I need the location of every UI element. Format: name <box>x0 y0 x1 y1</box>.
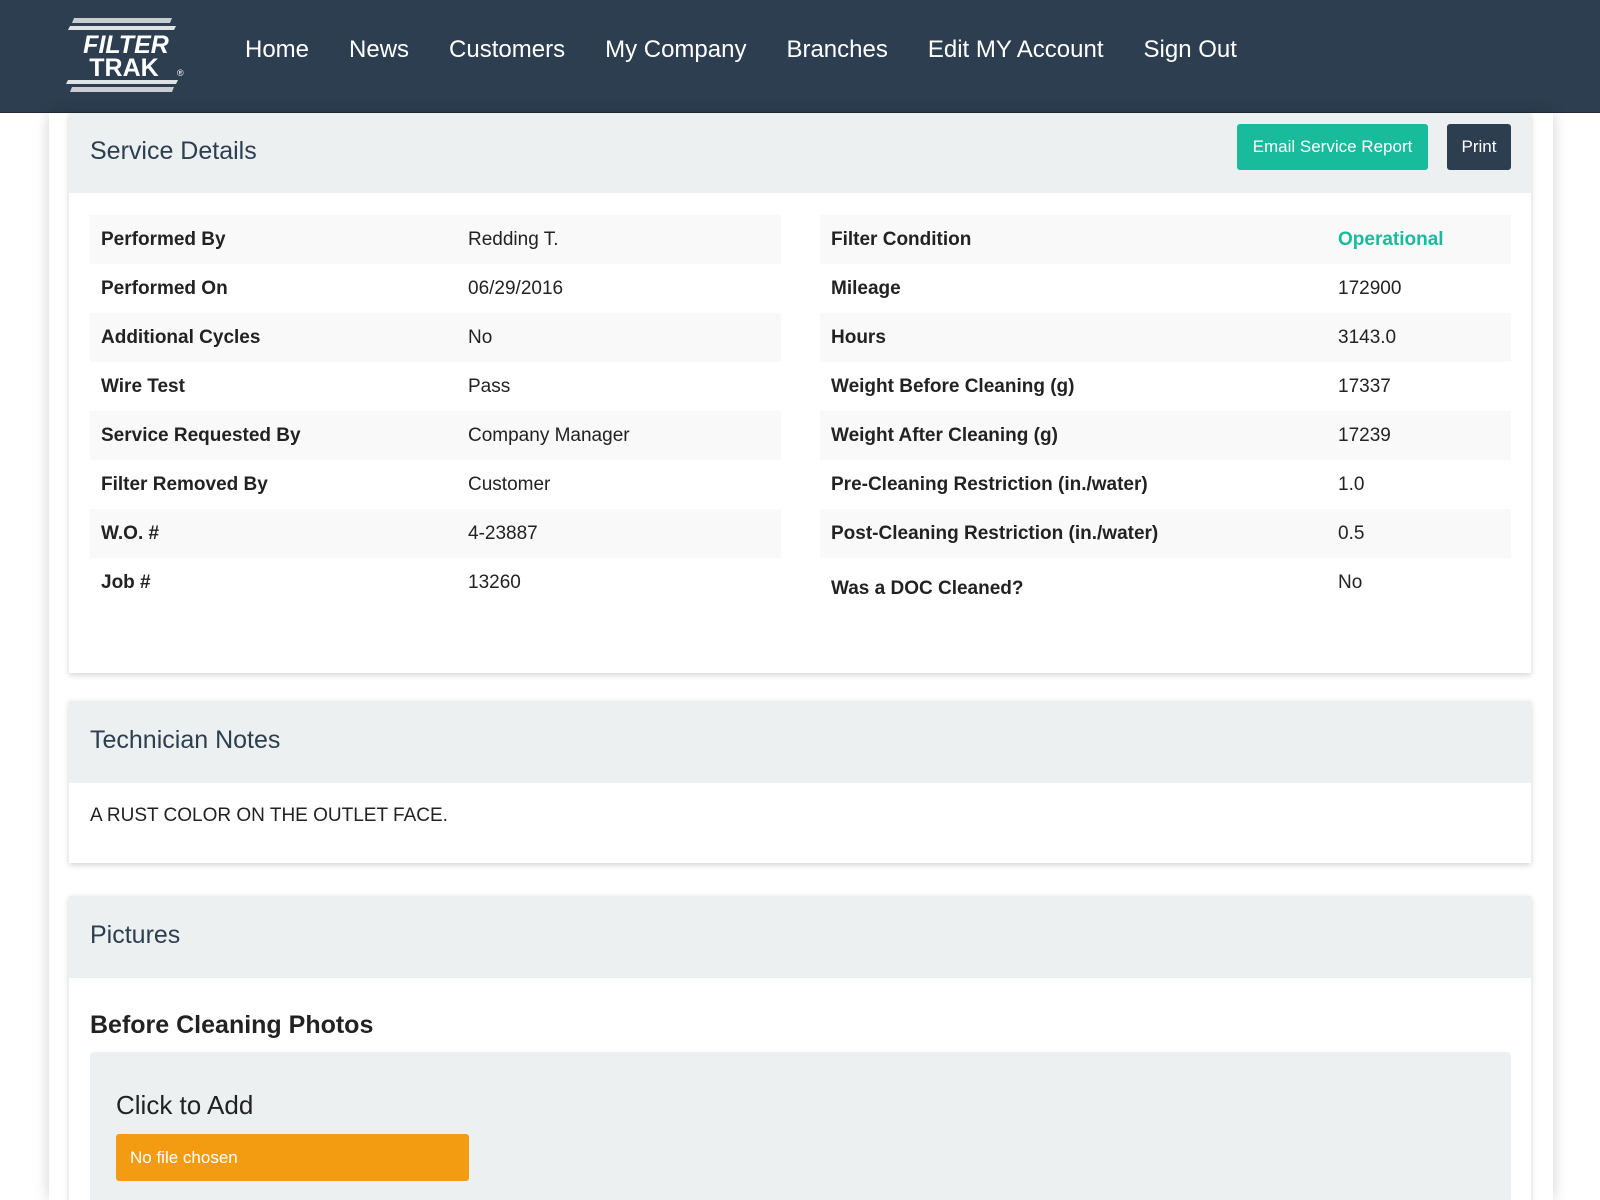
filter-trak-logo[interactable]: FILTER TRAK ® <box>52 14 200 98</box>
row-label: Pre-Cleaning Restriction (in./water) <box>831 474 1148 495</box>
table-row: Job # 13260 <box>90 558 781 607</box>
table-row: Performed On 06/29/2016 <box>90 264 781 313</box>
service-details-panel: Service Details Email Service Report Pri… <box>69 113 1531 673</box>
nav-home[interactable]: Home <box>245 36 309 64</box>
row-label: Performed On <box>101 278 228 299</box>
click-to-add-label: Click to Add <box>116 1090 254 1120</box>
table-row: Service Requested By Company Manager <box>90 411 781 460</box>
row-value: 172900 <box>1338 278 1402 299</box>
row-label: Filter Condition <box>831 229 972 250</box>
row-label: Mileage <box>831 278 901 299</box>
row-value: 17239 <box>1338 425 1391 446</box>
table-row: Additional Cycles No <box>90 313 781 362</box>
row-value: 4-23887 <box>468 523 538 544</box>
technician-notes-text: A RUST COLOR ON THE OUTLET FACE. <box>90 805 448 826</box>
pictures-panel: Pictures Before Cleaning Photos Click to… <box>69 896 1531 1200</box>
table-row: Performed By Redding T. <box>90 215 781 264</box>
nav-sign-out[interactable]: Sign Out <box>1144 36 1237 64</box>
table-row: Hours 3143.0 <box>820 313 1511 362</box>
service-details-title: Service Details <box>90 137 257 165</box>
table-row: Was a DOC Cleaned? No <box>820 558 1511 620</box>
row-label: Post-Cleaning Restriction (in./water) <box>831 523 1159 544</box>
email-service-report-button[interactable]: Email Service Report <box>1237 124 1428 170</box>
pictures-heading: Pictures <box>69 896 1531 978</box>
row-label: Job # <box>101 572 151 593</box>
file-chooser-button[interactable]: No file chosen <box>116 1134 469 1181</box>
top-navbar: FILTER TRAK ® Home News Customers My Com… <box>0 0 1600 113</box>
row-value: 0.5 <box>1338 523 1365 544</box>
row-label: Wire Test <box>101 376 185 397</box>
row-value: 06/29/2016 <box>468 278 564 299</box>
main-container: Service Details Email Service Report Pri… <box>49 113 1553 1200</box>
row-label: Weight Before Cleaning (g) <box>831 376 1075 397</box>
row-value: 3143.0 <box>1338 327 1397 348</box>
table-row: Filter Condition Operational <box>820 215 1511 264</box>
logo-text-line2: TRAK <box>89 54 158 82</box>
table-row: Weight Before Cleaning (g) 17337 <box>820 362 1511 411</box>
nav-news[interactable]: News <box>349 36 409 64</box>
table-row: Weight After Cleaning (g) 17239 <box>820 411 1511 460</box>
nav-edit-my-account[interactable]: Edit MY Account <box>928 36 1104 64</box>
row-value: No <box>1338 572 1363 593</box>
row-label: Service Requested By <box>101 425 301 446</box>
row-value: No <box>468 327 493 348</box>
pictures-title: Pictures <box>90 921 181 949</box>
row-label: Performed By <box>101 229 226 250</box>
row-value: 13260 <box>468 572 521 593</box>
table-row: Post-Cleaning Restriction (in./water) 0.… <box>820 509 1511 558</box>
row-label: W.O. # <box>101 523 160 544</box>
print-button[interactable]: Print <box>1447 124 1511 170</box>
table-row: Filter Removed By Customer <box>90 460 781 509</box>
technician-notes-panel: Technician Notes A RUST COLOR ON THE OUT… <box>69 701 1531 863</box>
row-label: Hours <box>831 327 886 348</box>
row-value: 17337 <box>1338 376 1391 397</box>
technician-notes-title: Technician Notes <box>90 726 281 754</box>
row-label: Weight After Cleaning (g) <box>831 425 1058 446</box>
nav-branches[interactable]: Branches <box>786 36 887 64</box>
technician-notes-heading: Technician Notes <box>69 701 1531 783</box>
table-row: W.O. # 4-23887 <box>90 509 781 558</box>
row-label: Filter Removed By <box>101 474 268 495</box>
row-value: 1.0 <box>1338 474 1365 495</box>
row-value: Customer <box>468 474 551 495</box>
row-label: Additional Cycles <box>101 327 261 348</box>
filter-condition-status: Operational <box>1338 229 1444 250</box>
table-row: Wire Test Pass <box>90 362 781 411</box>
main-nav: Home News Customers My Company Branches … <box>245 36 1237 64</box>
row-value: Company Manager <box>468 425 630 446</box>
row-label: Was a DOC Cleaned? <box>831 578 1024 599</box>
table-row: Mileage 172900 <box>820 264 1511 313</box>
row-value: Redding T. <box>468 229 559 250</box>
nav-customers[interactable]: Customers <box>449 36 565 64</box>
row-value: Pass <box>468 376 511 397</box>
service-details-heading: Service Details Email Service Report Pri… <box>69 113 1531 193</box>
logo-registered-mark: ® <box>177 68 184 78</box>
before-cleaning-photos-title: Before Cleaning Photos <box>90 1011 374 1039</box>
nav-my-company[interactable]: My Company <box>605 36 746 64</box>
table-row: Pre-Cleaning Restriction (in./water) 1.0 <box>820 460 1511 509</box>
before-photos-upload-well: Click to Add No file chosen <box>90 1052 1511 1200</box>
